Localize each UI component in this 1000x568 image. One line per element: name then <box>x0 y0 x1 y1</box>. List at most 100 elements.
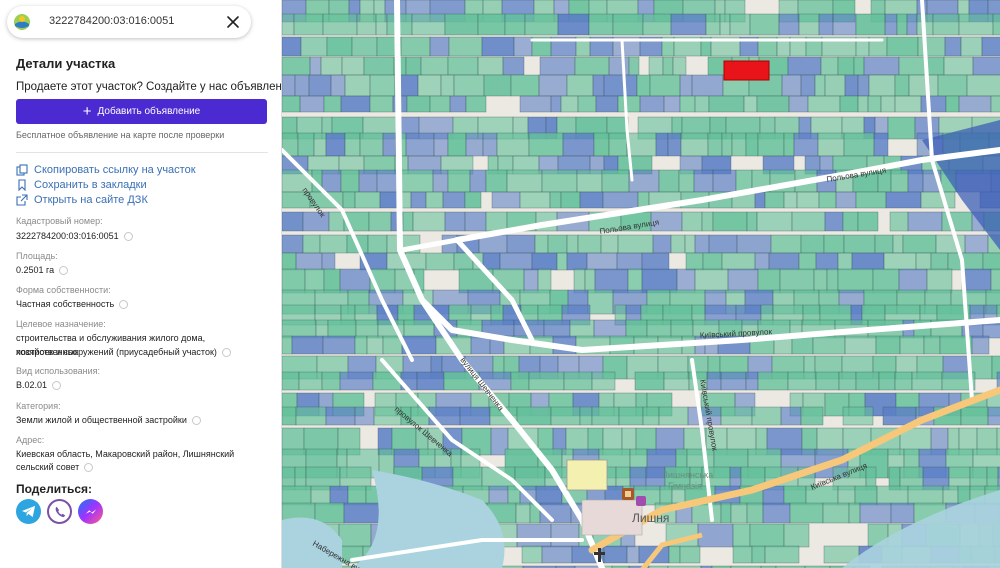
land-parcel[interactable] <box>406 95 431 113</box>
land-parcel[interactable] <box>798 13 820 36</box>
land-parcel[interactable] <box>680 132 709 157</box>
land-parcel[interactable] <box>602 191 639 209</box>
land-parcel[interactable] <box>521 545 543 564</box>
land-parcel[interactable] <box>712 169 737 193</box>
land-parcel[interactable] <box>321 371 341 391</box>
land-parcel[interactable] <box>432 169 449 193</box>
land-parcel[interactable] <box>628 169 660 193</box>
land-parcel[interactable] <box>482 132 498 157</box>
land-parcel[interactable] <box>770 234 802 254</box>
land-parcel[interactable] <box>557 13 590 36</box>
land-parcel[interactable] <box>382 132 397 157</box>
land-parcel[interactable] <box>746 211 758 232</box>
land-parcel[interactable] <box>964 234 989 254</box>
land-parcel[interactable] <box>658 406 689 426</box>
land-parcel[interactable] <box>961 268 992 294</box>
land-parcel[interactable] <box>510 371 530 391</box>
land-parcel[interactable] <box>588 13 614 36</box>
land-parcel[interactable] <box>612 13 644 36</box>
land-parcel[interactable] <box>608 56 630 76</box>
land-parcel[interactable] <box>981 36 1000 57</box>
land-parcel[interactable] <box>321 169 342 193</box>
land-parcel[interactable] <box>603 74 638 97</box>
land-parcel[interactable] <box>818 13 834 36</box>
land-parcel[interactable] <box>579 406 593 426</box>
land-parcel[interactable] <box>676 268 696 294</box>
land-parcel[interactable] <box>464 191 482 209</box>
land-parcel[interactable] <box>875 335 901 355</box>
land-parcel[interactable] <box>932 13 960 36</box>
land-parcel[interactable] <box>756 95 790 113</box>
land-parcel[interactable] <box>321 252 336 271</box>
land-parcel[interactable] <box>344 74 371 97</box>
land-parcel[interactable] <box>400 36 431 57</box>
land-parcel[interactable] <box>302 234 321 254</box>
land-parcel[interactable] <box>282 13 295 36</box>
land-parcel[interactable] <box>780 406 802 426</box>
land-parcel[interactable] <box>693 169 714 193</box>
land-parcel[interactable] <box>843 234 876 254</box>
land-parcel[interactable] <box>634 371 665 391</box>
land-parcel[interactable] <box>837 252 853 271</box>
land-parcel[interactable] <box>579 191 604 209</box>
land-parcel[interactable] <box>626 132 657 157</box>
land-parcel[interactable] <box>539 56 576 76</box>
land-parcel[interactable] <box>971 335 990 355</box>
land-parcel[interactable] <box>768 252 800 271</box>
land-parcel[interactable] <box>562 132 595 157</box>
land-parcel[interactable] <box>282 234 304 254</box>
land-parcel[interactable] <box>400 191 412 209</box>
land-parcel[interactable] <box>885 191 922 209</box>
land-parcel[interactable] <box>694 234 710 254</box>
land-parcel[interactable] <box>648 56 664 76</box>
land-parcel[interactable] <box>308 74 332 97</box>
land-parcel[interactable] <box>958 95 992 113</box>
land-parcel[interactable] <box>937 74 968 97</box>
land-parcel[interactable] <box>465 132 484 157</box>
land-parcel[interactable] <box>282 406 297 426</box>
land-parcel[interactable] <box>886 36 919 57</box>
land-parcel[interactable] <box>743 95 758 113</box>
land-parcel[interactable] <box>477 13 506 36</box>
land-parcel[interactable] <box>641 268 678 294</box>
land-parcel[interactable] <box>814 74 826 97</box>
land-parcel[interactable] <box>670 13 707 36</box>
land-parcel[interactable] <box>926 56 945 76</box>
land-parcel[interactable] <box>354 191 381 209</box>
land-parcel[interactable] <box>663 371 690 391</box>
land-parcel[interactable] <box>429 95 451 113</box>
land-parcel[interactable] <box>524 13 559 36</box>
land-parcel[interactable] <box>679 545 701 564</box>
viber-share-button[interactable] <box>47 499 72 524</box>
land-parcel[interactable] <box>855 191 887 209</box>
land-parcel[interactable] <box>890 169 909 193</box>
land-parcel[interactable] <box>729 13 751 36</box>
land-parcel[interactable] <box>757 371 789 391</box>
land-parcel[interactable] <box>779 268 815 294</box>
land-parcel[interactable] <box>448 36 483 57</box>
land-parcel[interactable] <box>982 252 1000 271</box>
land-parcel[interactable] <box>344 132 361 157</box>
land-parcel[interactable] <box>894 95 922 113</box>
land-parcel[interactable] <box>896 13 908 36</box>
search-bar[interactable]: 3222784200:03:016:0051 <box>7 6 251 38</box>
land-parcel[interactable] <box>447 56 479 76</box>
land-parcel[interactable] <box>444 13 479 36</box>
land-parcel[interactable] <box>601 169 630 193</box>
land-parcel[interactable] <box>566 74 594 97</box>
land-parcel[interactable] <box>791 211 826 232</box>
land-parcel[interactable] <box>528 132 564 157</box>
land-parcel[interactable] <box>315 319 329 339</box>
land-parcel[interactable] <box>359 132 384 157</box>
land-parcel[interactable] <box>906 13 918 36</box>
land-parcel[interactable] <box>749 523 785 548</box>
land-parcel[interactable] <box>898 56 928 76</box>
land-parcel[interactable] <box>543 319 571 339</box>
land-parcel[interactable] <box>320 56 343 76</box>
land-parcel[interactable] <box>824 211 844 232</box>
land-parcel[interactable] <box>577 234 602 254</box>
land-parcel[interactable] <box>908 74 939 97</box>
land-parcel[interactable] <box>800 234 825 254</box>
land-parcel[interactable] <box>844 74 859 97</box>
land-parcel[interactable] <box>628 56 640 76</box>
